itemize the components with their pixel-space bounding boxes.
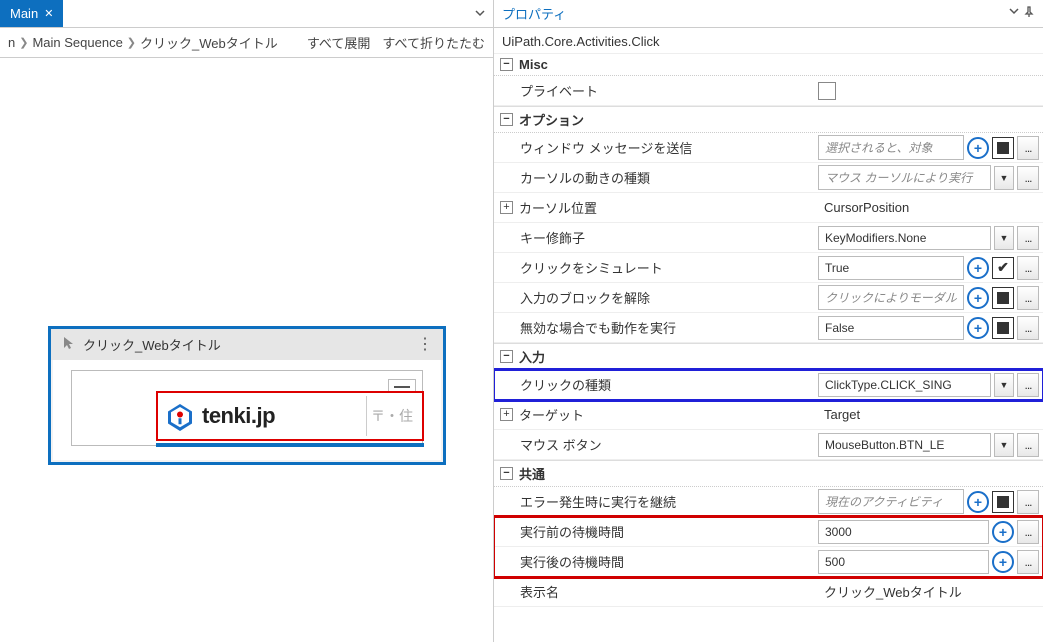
collapse-icon[interactable]: − [500, 350, 513, 363]
close-icon[interactable]: ✕ [44, 7, 53, 20]
value-input[interactable]: 3000 [818, 520, 989, 544]
prop-continue-on-error: エラー発生時に実行を継続 現在のアクティビティ + ... [494, 487, 1043, 517]
workflow-canvas[interactable]: クリック_Webタイトル ⋮ [0, 58, 493, 642]
dropdown-button[interactable]: ▼ [994, 226, 1014, 250]
checkbox-button[interactable] [992, 491, 1014, 513]
plus-button[interactable]: + [967, 137, 989, 159]
breadcrumb-root[interactable]: n [8, 35, 15, 50]
prop-target: +ターゲット Target [494, 400, 1043, 430]
prop-mouse-button: マウス ボタン MouseButton.BTN_LE ▼ ... [494, 430, 1043, 460]
activity-title: クリック_Webタイトル [83, 335, 417, 354]
ellipsis-button[interactable]: ... [1017, 550, 1039, 574]
dropdown-button[interactable]: ▼ [994, 373, 1014, 397]
prop-send-window-messages: ウィンドウ メッセージを送信 選択されると、対象 + ... [494, 133, 1043, 163]
prop-unblock-input: 入力のブロックを解除 クリックによりモーダル + ... [494, 283, 1043, 313]
tab-expand-chevron[interactable] [467, 6, 493, 21]
properties-title: プロパティ [502, 4, 566, 23]
category-options[interactable]: − オプション [494, 106, 1043, 133]
tab-main[interactable]: Main ✕ [0, 0, 63, 27]
search-placeholder: 〒・住 [366, 396, 422, 436]
menu-dots-icon[interactable]: ⋮ [417, 341, 433, 349]
checkbox-checked[interactable]: ✔ [992, 257, 1014, 279]
activity-type: UiPath.Core.Activities.Click [494, 28, 1043, 54]
collapse-all-button[interactable]: すべて折りたたむ [382, 33, 485, 52]
prop-continue-if-invalid: 無効な場合でも動作を実行 False + ... [494, 313, 1043, 343]
value-input[interactable]: MouseButton.BTN_LE [818, 433, 991, 457]
tab-label: Main [10, 6, 38, 21]
ellipsis-button[interactable]: ... [1017, 166, 1039, 190]
properties-panel-header: プロパティ [494, 0, 1043, 28]
underline-bar [156, 443, 424, 447]
activity-header[interactable]: クリック_Webタイトル ⋮ [51, 329, 443, 360]
breadcrumb-item-1[interactable]: Main Sequence [32, 35, 122, 50]
value-input[interactable]: ClickType.CLICK_SING [818, 373, 991, 397]
collapse-icon[interactable]: − [500, 467, 513, 480]
checkbox-button[interactable] [992, 137, 1014, 159]
tenki-logo-icon [164, 400, 196, 432]
plus-button[interactable]: + [967, 317, 989, 339]
collapse-icon[interactable]: − [500, 58, 513, 71]
plus-button[interactable]: + [992, 521, 1014, 543]
ellipsis-button[interactable]: ... [1017, 433, 1039, 457]
dropdown-button[interactable]: ▼ [994, 433, 1014, 457]
prop-cursor-position: +カーソル位置 CursorPosition [494, 193, 1043, 223]
ellipsis-button[interactable]: ... [1017, 136, 1039, 160]
prop-delay-before: 実行前の待機時間 3000 + ... [494, 517, 1043, 547]
value-text[interactable]: クリック_Webタイトル [818, 579, 1039, 604]
chevron-right-icon: ❯ [19, 36, 28, 49]
category-common[interactable]: − 共通 [494, 460, 1043, 487]
category-input[interactable]: − 入力 [494, 343, 1043, 370]
ellipsis-button[interactable]: ... [1017, 520, 1039, 544]
value-input[interactable]: クリックによりモーダル [818, 285, 964, 310]
value-input[interactable]: KeyModifiers.None [818, 226, 991, 250]
ellipsis-button[interactable]: ... [1017, 373, 1039, 397]
ellipsis-button[interactable]: ... [1017, 256, 1039, 280]
plus-button[interactable]: + [967, 287, 989, 309]
property-grid: − Misc プライベート − オプション ウィンドウ メッセージを送信 選択さ… [494, 54, 1043, 642]
prop-cursor-motion-type: カーソルの動きの種類 マウス カーソルにより実行 ▼ ... [494, 163, 1043, 193]
ellipsis-button[interactable]: ... [1017, 490, 1039, 514]
prop-click-type: クリックの種類 ClickType.CLICK_SING ▼ ... [494, 370, 1043, 400]
private-checkbox[interactable] [818, 82, 836, 100]
click-activity-card[interactable]: クリック_Webタイトル ⋮ [48, 326, 446, 465]
ellipsis-button[interactable]: ... [1017, 316, 1039, 340]
chevron-right-icon: ❯ [127, 36, 136, 49]
value-input[interactable]: 現在のアクティビティ [818, 489, 964, 514]
cursor-icon [61, 335, 77, 354]
value-text: Target [818, 404, 1039, 425]
value-input[interactable]: 500 [818, 550, 989, 574]
plus-button[interactable]: + [967, 491, 989, 513]
breadcrumb-item-2[interactable]: クリック_Webタイトル [140, 33, 278, 52]
expand-icon[interactable]: + [500, 408, 513, 421]
category-misc[interactable]: − Misc [494, 54, 1043, 76]
breadcrumb: n ❯ Main Sequence ❯ クリック_Webタイトル すべて展開 す… [0, 28, 493, 58]
prop-delay-after: 実行後の待機時間 500 + ... [494, 547, 1043, 577]
expand-all-button[interactable]: すべて展開 [307, 33, 371, 52]
plus-button[interactable]: + [992, 551, 1014, 573]
pin-icon[interactable] [1023, 6, 1035, 21]
dropdown-button[interactable]: ▼ [994, 166, 1014, 190]
value-input[interactable]: 選択されると、対象 [818, 135, 964, 160]
selector-preview[interactable]: tenki.jp 〒・住 [71, 370, 423, 446]
prop-simulate-click: クリックをシミュレート True + ✔ ... [494, 253, 1043, 283]
value-input[interactable]: False [818, 316, 964, 340]
target-highlight: tenki.jp 〒・住 [156, 391, 424, 441]
checkbox-button[interactable] [992, 287, 1014, 309]
chevron-down-icon[interactable] [1009, 6, 1019, 21]
value-text: CursorPosition [818, 197, 1039, 218]
tab-bar: Main ✕ [0, 0, 493, 28]
ellipsis-button[interactable]: ... [1017, 226, 1039, 250]
expand-icon[interactable]: + [500, 201, 513, 214]
tenki-logo-text: tenki.jp [202, 403, 275, 429]
prop-display-name: 表示名 クリック_Webタイトル [494, 577, 1043, 607]
ellipsis-button[interactable]: ... [1017, 286, 1039, 310]
plus-button[interactable]: + [967, 257, 989, 279]
checkbox-button[interactable] [992, 317, 1014, 339]
prop-private: プライベート [494, 76, 1043, 106]
value-input[interactable]: True [818, 256, 964, 280]
prop-key-modifiers: キー修飾子 KeyModifiers.None ▼ ... [494, 223, 1043, 253]
value-input[interactable]: マウス カーソルにより実行 [818, 165, 991, 190]
collapse-icon[interactable]: − [500, 113, 513, 126]
